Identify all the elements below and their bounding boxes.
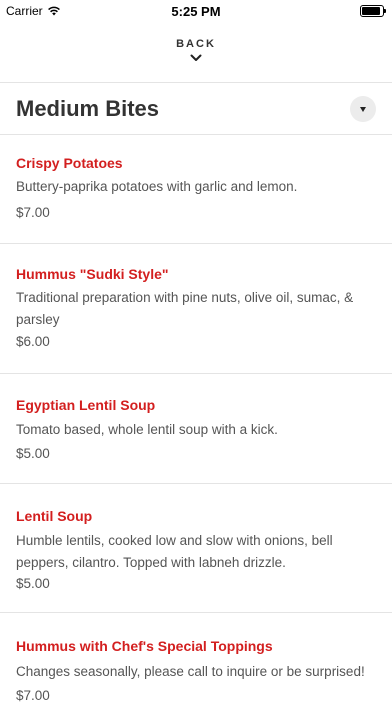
status-time: 5:25 PM [171,4,221,19]
header-divider [0,82,392,83]
caret-down-icon [360,106,366,112]
item-price: $7.00 [16,205,50,220]
status-bar: Carrier 5:25 PM [0,0,392,22]
chevron-down-icon[interactable] [190,54,202,62]
section-title: Medium Bites [16,96,160,121]
battery-fill [362,7,380,15]
section-header: Medium Bites [0,88,392,132]
back-label[interactable]: BACK [0,38,392,50]
item-name: Egyptian Lentil Soup [16,397,156,413]
item-name: Hummus with Chef's Special Toppings [16,638,273,654]
menu-item-lentil-soup[interactable]: Lentil Soup Humble lentils, cooked low a… [0,484,392,612]
item-description: Tomato based, whole lentil soup with a k… [16,422,278,437]
battery-icon [360,5,386,17]
section-dropdown-button[interactable] [350,96,376,122]
item-description: Changes seasonally, please call to inqui… [16,664,365,679]
menu-item-egyptian-lentil-soup[interactable]: Egyptian Lentil Soup Tomato based, whole… [0,374,392,483]
menu-item-hummus-chef-toppings[interactable]: Hummus with Chef's Special Toppings Chan… [0,613,392,703]
item-description: Humble lentils, cooked low and slow with… [16,533,333,570]
item-description: Buttery-paprika potatoes with garlic and… [16,179,298,194]
item-price: $5.00 [16,446,50,461]
item-name: Hummus "Sudki Style" [16,266,169,282]
menu-item-hummus-sudki[interactable]: Hummus "Sudki Style" Traditional prepara… [0,244,392,373]
menu-item-crispy-potatoes[interactable]: Crispy Potatoes Buttery-paprika potatoes… [0,135,392,243]
item-name: Lentil Soup [16,508,93,524]
item-description: Traditional preparation with pine nuts, … [16,290,354,327]
item-price: $5.00 [16,576,50,591]
item-price: $6.00 [16,334,50,349]
item-name: Crispy Potatoes [16,155,123,171]
back-button[interactable]: BACK [0,38,392,62]
